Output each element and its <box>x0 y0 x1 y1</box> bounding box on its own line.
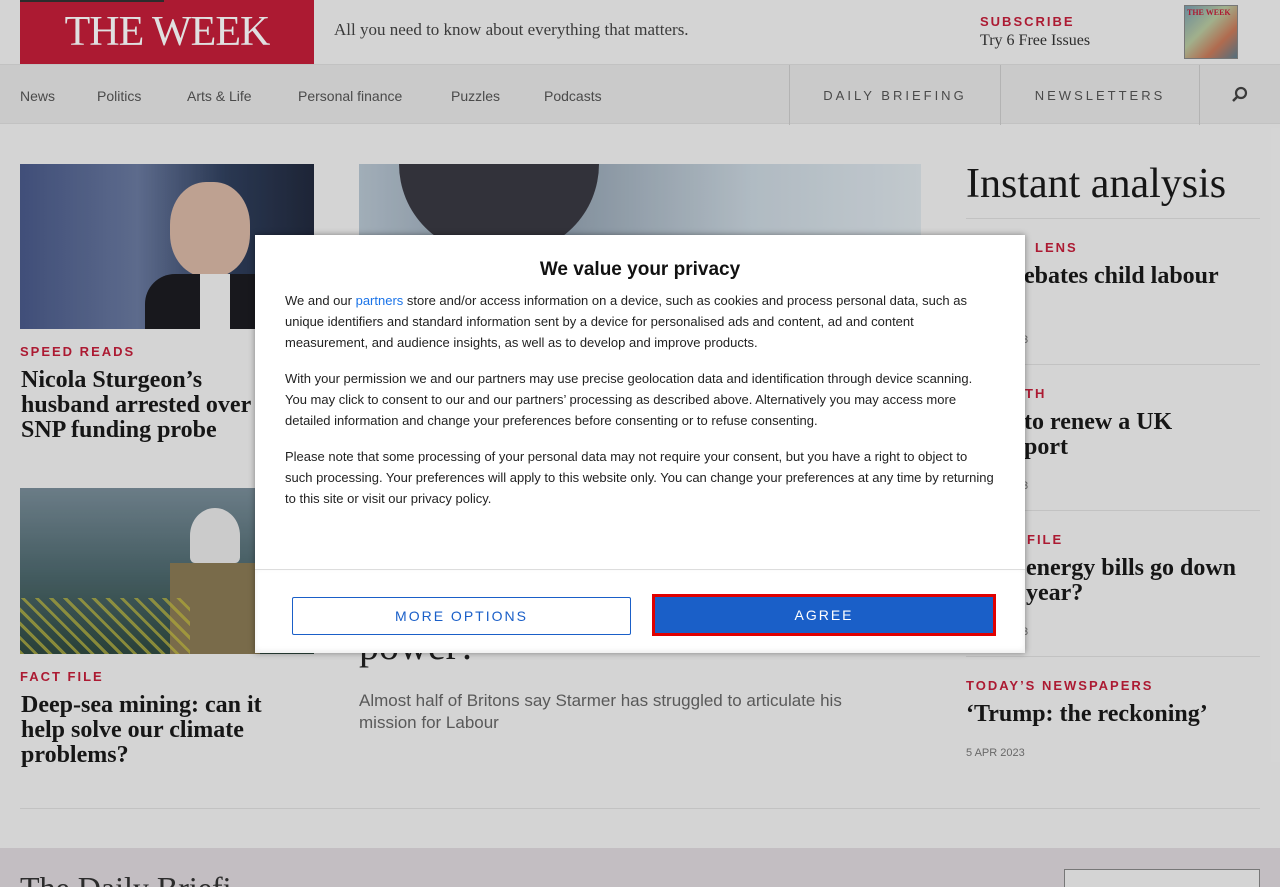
consent-text: We and our <box>285 293 356 308</box>
consent-title: We value your privacy <box>539 259 741 280</box>
partners-link[interactable]: partners <box>356 293 404 308</box>
consent-dialog: We value your privacy We and our partner… <box>255 235 1025 653</box>
consent-paragraph-2: With your permission we and our partners… <box>285 371 973 428</box>
consent-paragraph-1: We and our partners store and/or access … <box>285 290 997 353</box>
agree-button[interactable]: AGREE <box>652 594 996 636</box>
consent-paragraph-3: Please note that some processing of your… <box>285 449 994 506</box>
more-options-button[interactable]: MORE OPTIONS <box>292 597 631 635</box>
